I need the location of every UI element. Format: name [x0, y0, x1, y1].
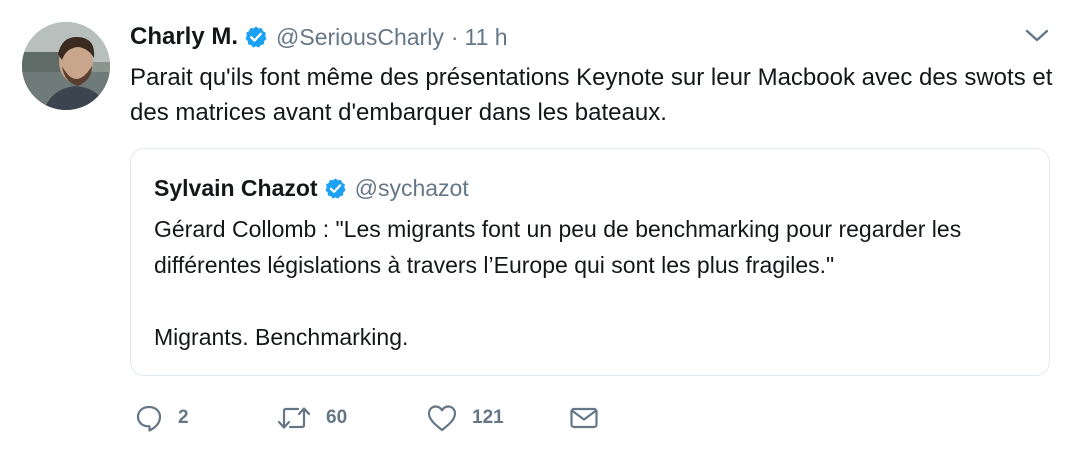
retweet-icon [276, 403, 312, 433]
quoted-tweet-header: Sylvain Chazot @sychazot [154, 173, 469, 203]
verified-badge-icon [324, 177, 347, 200]
display-name[interactable]: Charly M. [130, 23, 238, 51]
tweet[interactable]: Charly M. @SeriousCharly · 11 h Parait q… [0, 0, 1076, 456]
like-count: 121 [472, 407, 504, 428]
avatar[interactable] [22, 22, 110, 110]
tweet-text: Parait qu'ils font même des présentation… [130, 64, 1060, 126]
reply-count: 2 [178, 407, 189, 428]
separator-dot: · [450, 23, 459, 50]
chevron-down-icon[interactable] [1024, 26, 1050, 46]
quoted-user-handle: @sychazot [354, 174, 469, 201]
direct-message-button[interactable] [568, 400, 600, 436]
avatar-photo [22, 22, 110, 110]
retweet-button[interactable]: 60 [276, 400, 347, 436]
envelope-icon [568, 403, 600, 433]
reply-icon [134, 403, 164, 433]
like-button[interactable]: 121 [426, 400, 504, 436]
verified-badge-icon [244, 25, 268, 49]
quoted-tweet[interactable]: Sylvain Chazot @sychazot Gérard Collomb … [130, 148, 1050, 376]
user-handle[interactable]: @SeriousCharly [276, 24, 444, 51]
quoted-tweet-text: Gérard Collomb : "Les migrants font un p… [154, 216, 962, 350]
quoted-display-name: Sylvain Chazot [154, 174, 318, 201]
reply-button[interactable]: 2 [134, 400, 189, 436]
tweet-header: Charly M. @SeriousCharly · 11 h [130, 20, 508, 54]
heart-icon [426, 403, 458, 433]
retweet-count: 60 [326, 407, 348, 428]
timestamp[interactable]: 11 h [465, 24, 508, 51]
